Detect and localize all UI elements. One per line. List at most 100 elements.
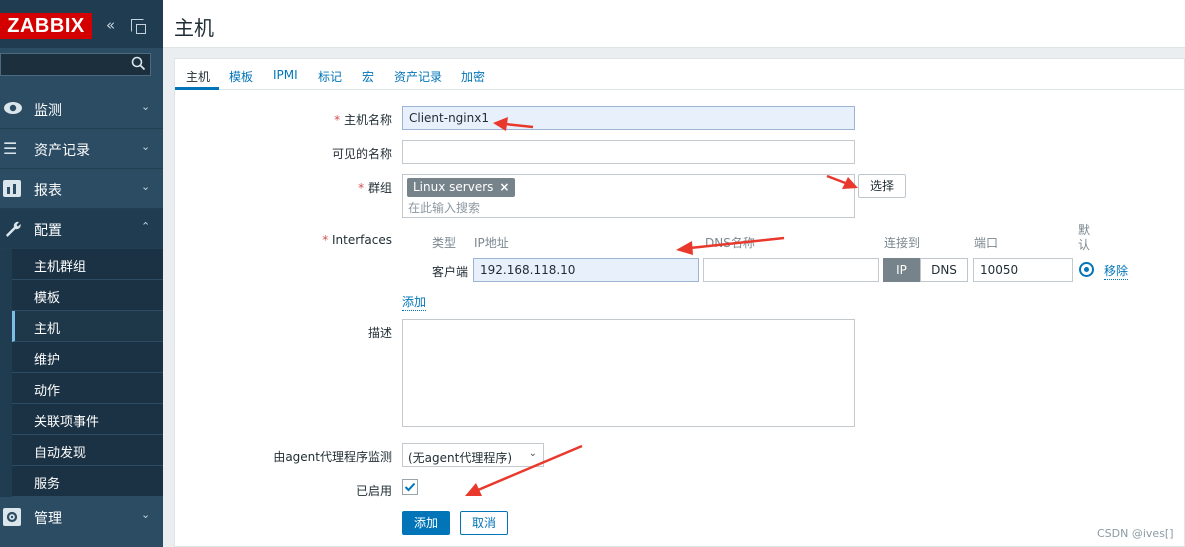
connect-dns-toggle[interactable]: DNS xyxy=(920,258,968,282)
zabbix-logo[interactable]: ZABBIX xyxy=(0,13,92,39)
proxy-select[interactable]: (无agent代理程序) ⌄ xyxy=(402,443,544,467)
chevron-down-icon: ⌄ xyxy=(141,180,151,193)
hostname-input[interactable]: Client-nginx1 xyxy=(402,106,855,130)
required-mark: * xyxy=(334,113,341,127)
chevron-down-icon: ⌄ xyxy=(141,100,151,113)
groups-search-placeholder[interactable]: 在此输入搜索 xyxy=(408,199,480,216)
tab-host[interactable]: 主机 xyxy=(186,68,210,85)
page-header: 主机 xyxy=(163,0,1185,48)
interface-dns-input[interactable] xyxy=(703,258,879,282)
select-groups-button[interactable]: 选择 xyxy=(858,174,906,198)
description-label: 描述 xyxy=(367,326,392,340)
watermark: CSDN @ives[] xyxy=(1097,527,1174,540)
submenu-label: 自动发现 xyxy=(34,446,87,461)
menu-label: 配置 xyxy=(34,223,62,239)
col-connect-header: 连接到 xyxy=(884,236,921,250)
groups-label: * 群组 xyxy=(175,179,392,196)
default-interface-radio[interactable] xyxy=(1079,262,1094,277)
groups-label-text: 群组 xyxy=(367,181,392,195)
submenu-services[interactable]: 服务 xyxy=(12,466,163,497)
active-tab-indicator xyxy=(175,87,219,90)
submenu-label: 维护 xyxy=(34,353,61,368)
submenu-label: 主机 xyxy=(34,322,61,337)
tab-macros[interactable]: 宏 xyxy=(362,68,374,85)
interface-port-input[interactable]: 10050 xyxy=(973,258,1073,282)
cancel-button[interactable]: 取消 xyxy=(460,511,508,535)
add-interface-link[interactable]: 添加 xyxy=(402,293,427,311)
tab-tags[interactable]: 标记 xyxy=(318,68,342,85)
proxy-selected-value: (无agent代理程序) xyxy=(408,451,513,465)
menu-configuration[interactable]: 配置 ⌃ xyxy=(0,209,163,249)
menu-label: 资产记录 xyxy=(34,143,90,159)
logo-bar: ZABBIX « xyxy=(0,0,163,48)
menu-inventory[interactable]: ☰ 资产记录 ⌄ xyxy=(0,129,163,169)
visible-name-label: 可见的名称 xyxy=(331,147,392,161)
close-icon[interactable]: × xyxy=(499,180,509,194)
col-default-header: 默认 xyxy=(1078,223,1091,252)
chevron-up-icon: ⌃ xyxy=(141,220,151,233)
submenu-event-correlation[interactable]: 关联项事件 xyxy=(12,404,163,435)
tab-inventory[interactable]: 资产记录 xyxy=(394,68,442,85)
col-port-header: 端口 xyxy=(974,236,999,250)
col-type-header: 类型 xyxy=(432,236,457,250)
enabled-label: 已启用 xyxy=(355,484,392,498)
submenu-label: 模板 xyxy=(34,291,61,306)
menu-monitoring[interactable]: 监测 ⌄ xyxy=(0,89,163,129)
menu-reports[interactable]: 报表 ⌄ xyxy=(0,169,163,209)
tab-bar: 主机 模板 IPMI 标记 宏 资产记录 加密 xyxy=(175,59,1185,90)
required-mark: * xyxy=(322,233,329,247)
tab-encryption[interactable]: 加密 xyxy=(461,68,485,85)
col-dns-header: DNS名称 xyxy=(705,236,755,250)
checkmark-icon xyxy=(404,482,416,492)
submenu-hosts[interactable]: 主机 xyxy=(12,311,163,342)
submenu-discovery[interactable]: 自动发现 xyxy=(12,435,163,466)
menu-label: 报表 xyxy=(34,183,62,199)
add-button[interactable]: 添加 xyxy=(402,511,450,535)
chevron-down-icon: ⌄ xyxy=(528,448,537,459)
submenu-host-groups[interactable]: 主机群组 xyxy=(12,249,163,280)
tab-ipmi[interactable]: IPMI xyxy=(273,68,298,82)
visible-name-input[interactable] xyxy=(402,140,855,164)
hostname-label-text: 主机名称 xyxy=(343,113,392,127)
submenu-templates[interactable]: 模板 xyxy=(12,280,163,311)
group-chip-label: Linux servers xyxy=(413,180,494,194)
proxy-label: 由agent代理程序监测 xyxy=(273,450,392,464)
kiosk-mode-icon[interactable] xyxy=(131,19,146,34)
interface-type: 客户端 xyxy=(432,265,469,279)
page-title: 主机 xyxy=(174,16,214,40)
menu-administration[interactable]: 管理 ⌄ xyxy=(0,497,163,537)
sidebar-search-input[interactable] xyxy=(0,53,151,76)
submenu-label: 主机群组 xyxy=(34,260,87,275)
bar-chart-icon xyxy=(3,180,23,198)
group-chip: Linux servers × xyxy=(407,178,516,197)
chevron-double-left-icon[interactable]: « xyxy=(106,16,115,34)
col-ip-header: IP地址 xyxy=(474,236,509,250)
list-icon: ☰ xyxy=(3,139,18,158)
submenu-label: 动作 xyxy=(34,384,61,399)
submenu-maintenance[interactable]: 维护 xyxy=(12,342,163,373)
description-textarea[interactable] xyxy=(402,319,855,427)
search-icon[interactable] xyxy=(131,56,146,71)
submenu-indent xyxy=(0,249,12,497)
remove-interface-link[interactable]: 移除 xyxy=(1104,262,1129,280)
required-mark: * xyxy=(358,181,365,195)
wrench-icon xyxy=(3,220,23,238)
enabled-checkbox[interactable] xyxy=(402,479,418,495)
host-form-panel: 主机 模板 IPMI 标记 宏 资产记录 加密 * 主机名称 Client-ng… xyxy=(174,58,1185,547)
eye-icon xyxy=(3,100,23,118)
connect-ip-toggle[interactable]: IP xyxy=(883,258,920,282)
chevron-down-icon: ⌄ xyxy=(141,140,151,153)
chevron-down-icon: ⌄ xyxy=(141,508,151,521)
gear-icon xyxy=(3,508,23,526)
menu-label: 管理 xyxy=(34,511,62,527)
menu-label: 监测 xyxy=(34,103,62,119)
submenu-label: 服务 xyxy=(34,477,61,492)
hostname-label: * 主机名称 xyxy=(175,111,392,128)
submenu-actions[interactable]: 动作 xyxy=(12,373,163,404)
sidebar: ZABBIX « 监测 ⌄ ☰ 资产记录 ⌄ 报表 ⌄ 配置 ⌃ 主机群组 模板… xyxy=(0,0,163,547)
tab-templates[interactable]: 模板 xyxy=(229,68,253,85)
interface-ip-input[interactable]: 192.168.118.10 xyxy=(473,258,699,282)
interfaces-label: * Interfaces xyxy=(175,233,392,247)
submenu-label: 关联项事件 xyxy=(34,415,100,430)
interfaces-label-text: Interfaces xyxy=(332,233,392,247)
